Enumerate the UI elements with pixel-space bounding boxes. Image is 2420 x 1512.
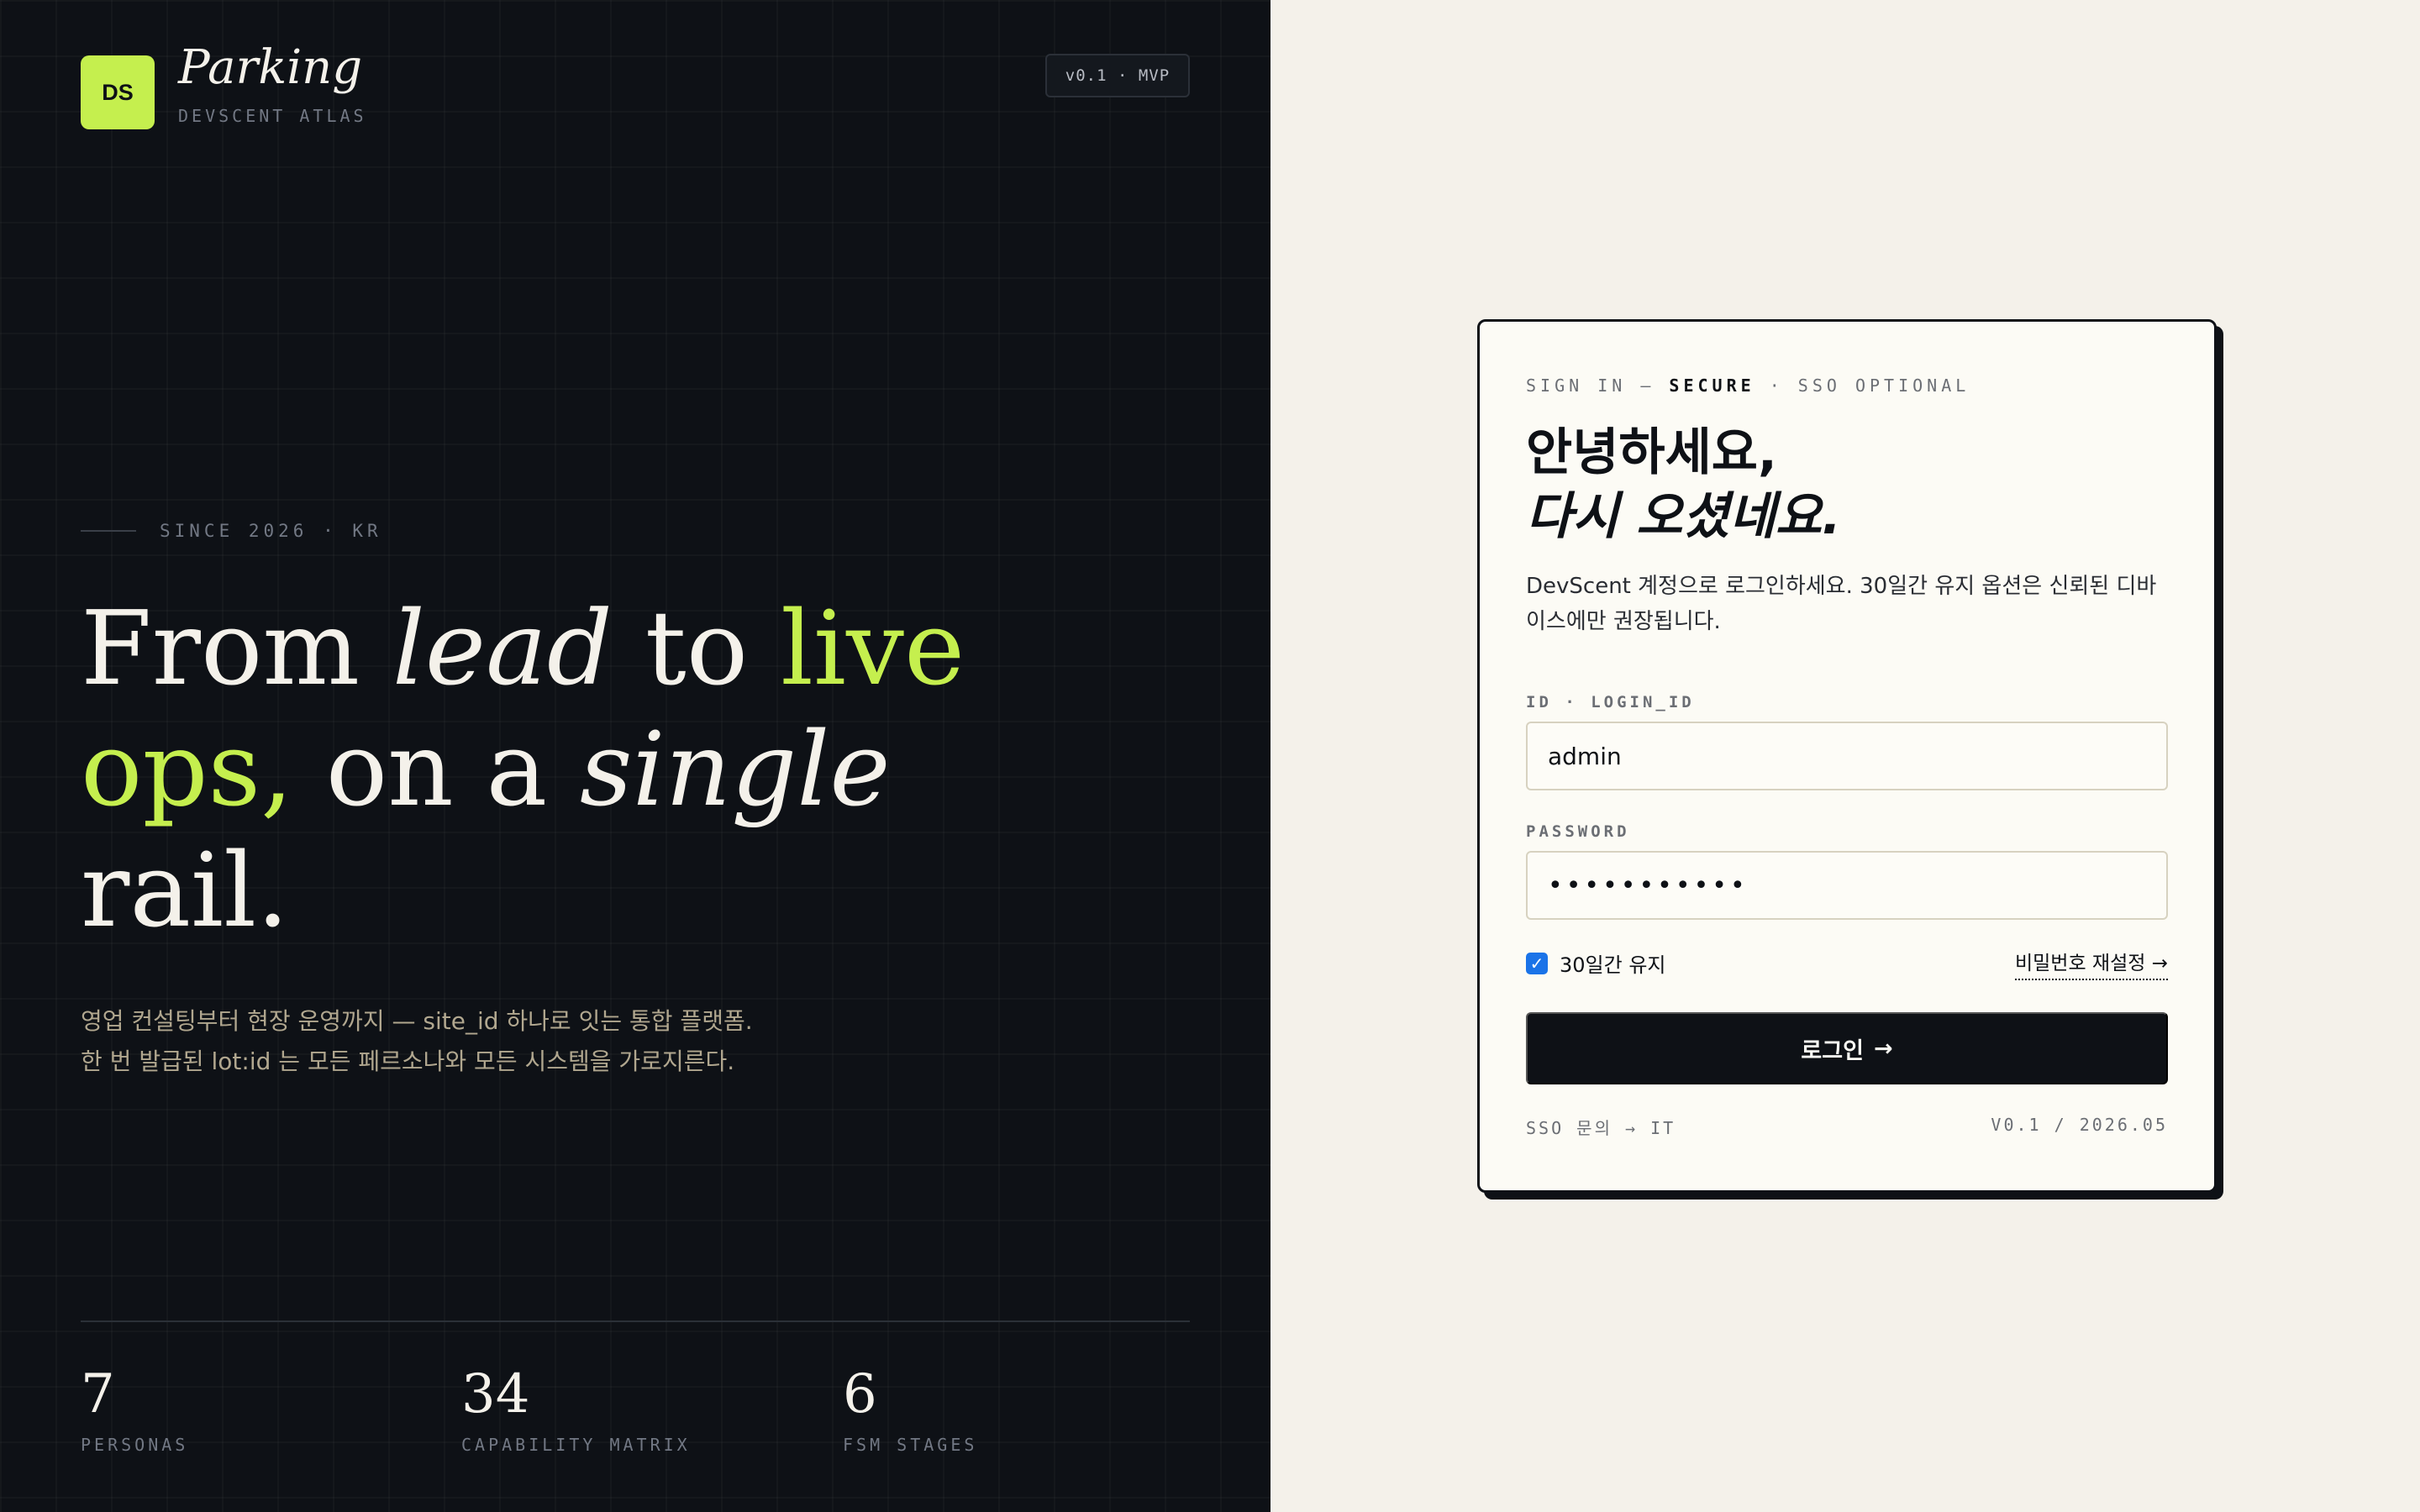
- stat-fsm-stages: 6 FSM STAGES: [843, 1361, 977, 1455]
- hero-word: to: [612, 589, 781, 708]
- hero-word-live: live: [781, 589, 965, 708]
- login-button-label: 로그인: [1801, 1037, 1864, 1064]
- stat-personas: 7 PERSONAS: [81, 1361, 188, 1455]
- login-description: DevScent 계정으로 로그인하세요. 30일간 유지 옵션은 신뢰된 디바…: [1526, 574, 2157, 634]
- eyebrow-rule: [81, 530, 136, 532]
- stat-capability-matrix: 34 CAPABILITY MATRIX: [461, 1361, 691, 1455]
- brand-subtitle: DEVSCENT ATLAS: [178, 106, 367, 126]
- build-version: V0.1 / 2026.05: [1991, 1115, 2168, 1135]
- stat-value: 7: [81, 1363, 115, 1425]
- version-badge: v0.1 · MVP: [1045, 54, 1190, 97]
- hero-word: From: [81, 589, 392, 708]
- hero-word-lead: lead: [392, 589, 613, 708]
- hero-panel: DS Parking DEVSCENT ATLAS v0.1 · MVP SIN…: [0, 0, 1270, 1512]
- login-eyebrow: SIGN IN — SECURE · SSO OPTIONAL: [1526, 375, 1970, 396]
- stat-label: CAPABILITY MATRIX: [461, 1435, 691, 1455]
- greeting-line-1: 안녕하세요,: [1526, 423, 1777, 482]
- hero-line-2: ops, on a single: [81, 709, 1089, 830]
- eyebrow-part: SIGN IN —: [1526, 375, 1670, 396]
- remember-option[interactable]: ✓ 30일간 유지: [1526, 948, 1666, 978]
- brand-logo: DS: [81, 55, 155, 129]
- hero-line-3: rail.: [81, 831, 289, 950]
- greeting-title: 안녕하세요, 다시 오셨네요.: [1526, 421, 1841, 549]
- sso-contact: SSO 문의 → IT: [1526, 1118, 1676, 1138]
- reset-password-link[interactable]: 비밀번호 재설정 →: [2014, 947, 2168, 980]
- hero-line-1: From lead to live: [81, 588, 1089, 709]
- hero-description: 영업 컨설팅부터 현장 운영까지 — site_id 하나로 잇는 통합 플랫폼…: [81, 1007, 753, 1075]
- login-button[interactable]: 로그인 →: [1526, 1012, 2168, 1084]
- hero-eyebrow: SINCE 2026 · KR: [81, 521, 382, 541]
- id-label: ID · LOGIN_ID: [1526, 693, 1695, 711]
- brand-name: Parking: [178, 40, 363, 95]
- stat-label: PERSONAS: [81, 1435, 189, 1455]
- stat-value: 6: [843, 1363, 877, 1425]
- password-input[interactable]: •••••••••••: [1526, 851, 2168, 920]
- remember-checkbox[interactable]: ✓: [1526, 952, 1548, 974]
- id-input[interactable]: admin: [1526, 722, 2168, 790]
- hero-word: on a: [292, 710, 581, 829]
- stat-value: 34: [461, 1363, 530, 1425]
- remember-label: 30일간 유지: [1560, 953, 1666, 977]
- eyebrow-part: · SSO OPTIONAL: [1754, 375, 1970, 396]
- stat-label: FSM STAGES: [843, 1435, 978, 1455]
- hero-headline: From lead to live ops, on a single rail.: [81, 588, 1089, 951]
- login-card: SIGN IN — SECURE · SSO OPTIONAL 안녕하세요, 다…: [1477, 319, 2217, 1193]
- eyebrow-secure: SECURE: [1669, 375, 1755, 396]
- login-panel: SIGN IN — SECURE · SSO OPTIONAL 안녕하세요, 다…: [1270, 0, 2420, 1512]
- greeting-line-2: 다시 오셨네요.: [1526, 487, 1841, 546]
- stats-divider: [81, 1320, 1190, 1322]
- hero-word-single: single: [580, 710, 891, 829]
- password-label: PASSWORD: [1526, 822, 1630, 841]
- arrow-right-icon: →: [1873, 1035, 1893, 1062]
- hero-word-ops: ops,: [81, 710, 293, 829]
- hero-eyebrow-text: SINCE 2026 · KR: [160, 521, 382, 541]
